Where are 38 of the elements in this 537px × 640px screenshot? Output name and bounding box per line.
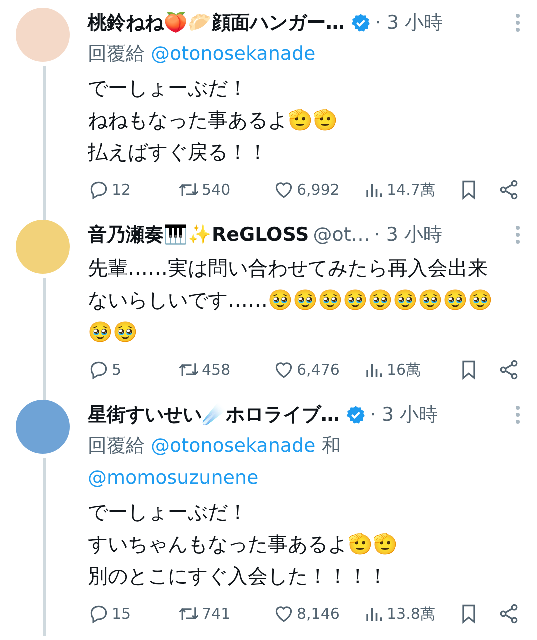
reply-count: 15 [112,605,132,623]
share-icon[interactable] [498,359,520,381]
tweet-text: でーしょーぶだ！ [88,75,249,102]
timestamp[interactable]: 3 小時 [386,222,442,248]
timestamp[interactable]: 3 小時 [382,402,438,428]
like-count: 8,146 [297,605,340,623]
tweet-text: ねねもなった事あるよ🫡🫡 [88,107,339,134]
repost-count: 741 [202,605,231,623]
reply-icon[interactable] [88,179,110,201]
like-count: 6,992 [297,181,340,199]
tweet-text: すいちゃんもなった事あるよ🫡🫡 [88,531,399,558]
reply-context: 回覆給 @otonosekanade 和 @momosuzunene [88,434,342,491]
reply-context: 回覆給 @otonosekanade [88,42,317,67]
reply-count: 12 [112,181,132,199]
tweet-text: 払えばすぐ戻る！！ [88,139,269,166]
display-name[interactable]: 桃鈴ねね🍑🥟顔面ハンガー… [88,10,345,36]
share-icon[interactable] [498,603,520,625]
timestamp[interactable]: 3 小時 [387,10,444,36]
tweet-text: 別のとこにすぐ入会した！！！！ [88,563,389,590]
view-count: 16萬 [387,360,422,380]
repost-count: 540 [202,181,231,199]
share-icon[interactable] [498,179,520,201]
tweet-text: 先輩……実は問い合わせてみたら再入会出来ないらしいです……🥹🥹🥹🥹🥹🥹🥹🥹🥹🥹🥹 [88,255,494,346]
view-count: 13.8萬 [387,604,436,624]
reply-count: 5 [112,361,122,379]
reply-icon[interactable] [88,359,110,381]
like-count: 6,476 [297,361,340,379]
display-name[interactable]: 星街すいせい☄ホロライブ… [88,402,340,428]
repost-count: 458 [202,361,231,379]
user-handle[interactable]: @ot… [313,224,370,246]
reply-icon[interactable] [88,603,110,625]
display-name[interactable]: 音乃瀬奏🎹✨ReGLOSS [88,222,310,248]
separator-dot: · [370,404,376,426]
view-count: 14.7萬 [387,180,436,200]
tweet-text: でーしょーぶだ！ [88,499,249,526]
separator-dot: · [375,12,382,34]
separator-dot: · [374,224,380,246]
avatar[interactable] [16,400,70,454]
